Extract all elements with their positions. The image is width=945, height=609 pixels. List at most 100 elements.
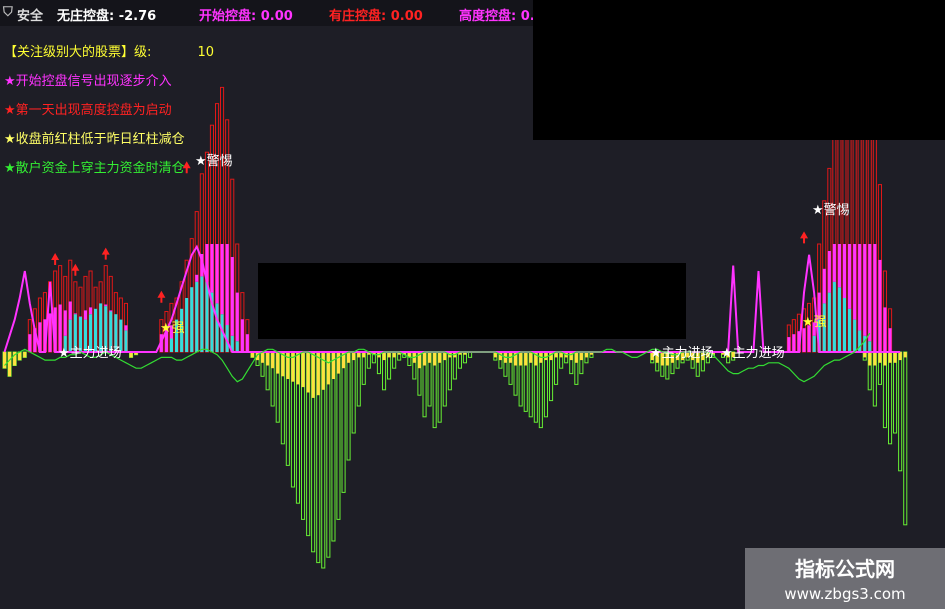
negative-yellow-bar-51 (261, 352, 265, 363)
magenta-fill-47 (240, 319, 244, 352)
negative-yellow-bar-83 (423, 352, 427, 366)
up-arrow-icon-1 (71, 263, 80, 276)
negative-yellow-bar-66 (336, 352, 340, 374)
signal-label-3: ★警惕 (812, 203, 850, 218)
magenta-fill-38 (195, 274, 199, 282)
cyan-bar-38 (195, 281, 199, 352)
signal-label-4: ★强 (802, 315, 827, 330)
negative-yellow-bar-85 (433, 352, 437, 366)
watermark-url: www.zbgs3.com (784, 585, 906, 603)
signal-label-6: ★主力进场 (721, 346, 785, 361)
negative-green-bar-106 (538, 351, 543, 429)
negative-yellow-bar-114 (579, 352, 583, 361)
magenta-fill-46 (235, 292, 239, 342)
negative-yellow-bar-178 (903, 352, 907, 358)
negative-yellow-bar-172 (873, 352, 877, 366)
magenta-fill-45 (230, 257, 234, 336)
magenta-fill-163 (827, 251, 831, 293)
signal-label-5: ★主力进场 (650, 346, 714, 361)
negative-green-bar-67 (341, 351, 346, 493)
magenta-fill-14 (73, 313, 77, 315)
negative-yellow-bar-107 (544, 352, 548, 361)
negative-yellow-bar-104 (529, 352, 533, 363)
magenta-fill-16 (83, 310, 87, 320)
negative-yellow-bar-63 (321, 352, 325, 390)
cyan-bar-39 (200, 276, 204, 352)
magenta-fill-43 (220, 244, 224, 315)
negative-yellow-bar-98 (498, 352, 502, 361)
cyan-bar-36 (185, 298, 189, 352)
negative-yellow-bar-69 (352, 352, 356, 361)
magenta-fill-12 (63, 310, 67, 336)
redaction-block-middle (258, 263, 686, 339)
magenta-fill-164 (832, 244, 836, 282)
negative-yellow-bar-174 (883, 352, 887, 366)
magenta-fill-44 (225, 244, 229, 325)
negative-yellow-bar-1 (8, 352, 12, 377)
signal-label-1: ★强 (160, 321, 185, 336)
magenta-fill-170 (863, 244, 867, 336)
negative-green-bar-65 (331, 351, 336, 542)
negative-yellow-bar-171 (868, 352, 872, 366)
magenta-fill-158 (802, 328, 806, 352)
negative-yellow-bar-54 (276, 352, 280, 374)
negative-yellow-bar-4 (23, 352, 27, 358)
magenta-fill-166 (842, 244, 846, 298)
negative-yellow-bar-102 (519, 352, 523, 366)
magenta-fill-172 (873, 244, 877, 352)
legend-line-clear: ★散户资金上穿主力资金时清仓 (4, 161, 185, 176)
legend-line-reduce: ★收盘前红柱低于昨日红柱减仓 (4, 132, 185, 147)
magenta-fill-9 (48, 313, 52, 352)
magenta-fill-17 (89, 307, 93, 315)
negative-yellow-bar-58 (296, 352, 300, 385)
magenta-fill-21 (109, 310, 113, 312)
negative-yellow-bar-112 (569, 352, 573, 361)
negative-yellow-bar-175 (888, 352, 892, 363)
negative-green-bar-177 (898, 351, 903, 472)
negative-yellow-bar-65 (331, 352, 335, 379)
cyan-bar-166 (842, 298, 846, 352)
legend-line-high: ★第一天出现高度控盘为启动 (4, 103, 172, 118)
negative-yellow-bar-61 (311, 352, 315, 398)
up-arrow-icon-0 (51, 253, 60, 265)
negative-green-bar-176 (893, 351, 898, 434)
cyan-bar-42 (215, 303, 219, 352)
negative-yellow-bar-60 (306, 352, 310, 393)
negative-yellow-bar-84 (428, 352, 432, 363)
negative-green-bar-68 (346, 351, 351, 461)
negative-yellow-bar-177 (898, 352, 902, 361)
magenta-fill-15 (78, 316, 82, 317)
cyan-bar-168 (853, 319, 857, 352)
cyan-bar-171 (868, 341, 872, 352)
redaction-block-top (533, 0, 945, 140)
negative-yellow-bar-108 (549, 352, 553, 361)
up-arrow-icon-5 (800, 231, 809, 244)
cyan-bar-165 (837, 287, 841, 352)
negative-yellow-bar-56 (286, 352, 290, 379)
negative-yellow-bar-176 (893, 352, 897, 363)
cyan-bar-169 (858, 330, 862, 352)
magenta-fill-173 (878, 259, 882, 352)
cyan-bar-164 (832, 281, 836, 352)
magenta-fill-13 (68, 301, 72, 320)
negative-yellow-bar-53 (271, 352, 275, 369)
negative-yellow-bar-173 (878, 352, 882, 363)
magenta-fill-162 (822, 268, 826, 304)
magenta-fill-20 (104, 304, 108, 307)
magenta-fill-165 (837, 244, 841, 288)
indicator-chart-panel: { "header": { "safe_icon": "shield-check… (0, 0, 945, 609)
negative-yellow-bar-52 (266, 352, 270, 366)
signal-label-2: ★主力进场 (58, 346, 122, 361)
cyan-bar-40 (205, 281, 209, 352)
negative-green-bar-178 (903, 351, 908, 526)
magenta-fill-24 (124, 325, 128, 331)
negative-yellow-bar-64 (326, 352, 330, 385)
cyan-bar-33 (169, 338, 173, 352)
negative-yellow-bar-86 (438, 352, 442, 363)
negative-yellow-bar-103 (524, 352, 528, 366)
magenta-fill-175 (888, 328, 892, 352)
cyan-bar-170 (863, 335, 867, 352)
cyan-bar-37 (190, 287, 194, 352)
annotation-legend: 【关注级别大的股票】级: 10 ★开始控盘信号出现逐步介入 ★第一天出现高度控盘… (4, 38, 214, 183)
level-label: 【关注级别大的股票】级: (4, 45, 152, 60)
